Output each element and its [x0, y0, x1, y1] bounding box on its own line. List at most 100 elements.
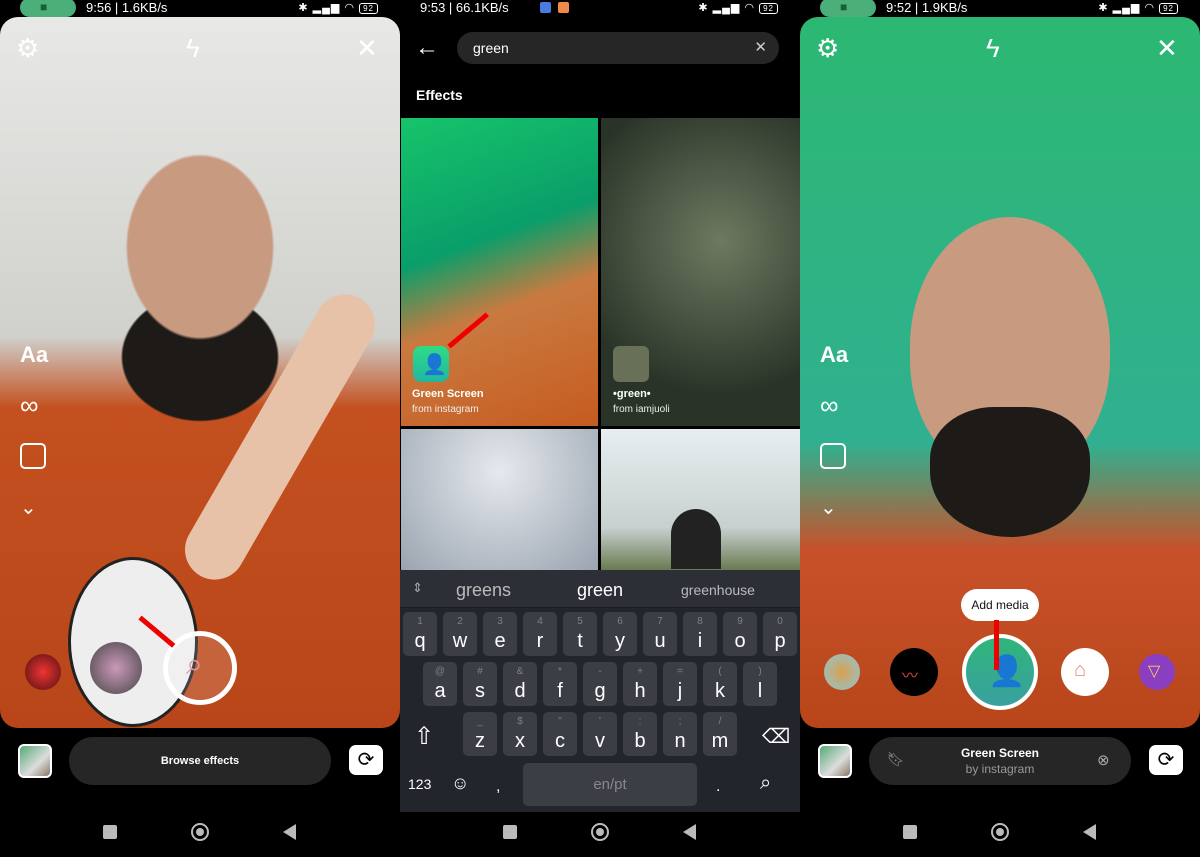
key-k[interactable]: (k [703, 662, 737, 706]
back-icon[interactable] [1083, 824, 1096, 840]
flip-camera-icon[interactable]: ⟳ [349, 745, 383, 775]
key-z[interactable]: _ z [463, 712, 497, 756]
effect-card[interactable] [601, 429, 800, 570]
infinity-icon[interactable]: ∞ [20, 390, 39, 421]
text-tool[interactable]: Aa [20, 342, 48, 368]
key-r[interactable]: 4r [523, 612, 557, 656]
clear-icon[interactable]: ✕ [754, 38, 767, 56]
suggestion[interactable]: greens [456, 580, 511, 601]
key-x[interactable]: $ x [503, 712, 537, 756]
effect-tile[interactable] [25, 654, 61, 690]
recents-icon[interactable] [503, 825, 517, 839]
effect-card[interactable]: •green• from iamjuoli [601, 118, 800, 426]
layout-icon[interactable] [20, 443, 46, 469]
effect-tile[interactable] [90, 642, 142, 694]
red-arrow-annotation [447, 312, 489, 349]
status-time: 9:56 | 1.6KB/s [86, 0, 168, 15]
home-icon[interactable] [191, 823, 209, 841]
key-s[interactable]: # s [463, 662, 497, 706]
active-effect-pill[interactable]: 🔖︎ Green Screen by instagram ⊗ [869, 737, 1131, 785]
search-input[interactable]: green ✕ [457, 32, 779, 64]
close-icon[interactable]: ✕ [1156, 35, 1178, 61]
flash-off-icon[interactable]: ϟ [186, 35, 200, 61]
back-arrow-icon[interactable]: ← [415, 34, 439, 62]
settings-icon[interactable]: ⚙ [816, 35, 839, 61]
flip-camera-icon[interactable]: ⟳ [1149, 745, 1183, 775]
status-time: 9:52 | 1.9KB/s [886, 0, 968, 15]
settings-icon[interactable]: ⚙ [16, 35, 39, 61]
key-m[interactable]: / m [703, 712, 737, 756]
key-q[interactable]: 1q [403, 612, 437, 656]
back-icon[interactable] [283, 824, 296, 840]
effect-tile[interactable] [824, 654, 860, 690]
period-key[interactable]: . [716, 778, 720, 796]
key-y[interactable]: 6y [603, 612, 637, 656]
home-icon[interactable] [591, 823, 609, 841]
key-i[interactable]: 8i [683, 612, 717, 656]
comma-key[interactable]: , [496, 778, 500, 796]
text-tool[interactable]: Aa [820, 342, 848, 368]
key-t[interactable]: 5t [563, 612, 597, 656]
status-time: 9:53 | 66.1KB/s [420, 0, 509, 15]
effect-card[interactable] [401, 429, 598, 570]
space-bar[interactable]: en/pt [523, 763, 697, 806]
back-icon[interactable] [683, 824, 696, 840]
screen-record-indicator: ■ [20, 0, 76, 17]
panel-green-screen: ■ 9:52 | 1.9KB/s ✱ ▂▄▆ ◠ 92 ⚙ ϟ ✕ Aa ∞ ⌄… [800, 0, 1200, 857]
effect-author: from instagram [412, 404, 479, 415]
key-n[interactable]: ; n [663, 712, 697, 756]
key-h[interactable]: + h [623, 662, 657, 706]
key-d[interactable]: & d [503, 662, 537, 706]
emoji-icon[interactable]: ☺ [451, 773, 469, 794]
key-a[interactable]: @ a [423, 662, 457, 706]
browse-effects-button[interactable]: Browse effects [69, 737, 331, 785]
suggestion[interactable]: greenhouse [681, 582, 755, 598]
backspace-icon[interactable]: ⌫ [762, 724, 790, 749]
effect-card[interactable]: 👤 Green Screen from instagram [401, 118, 598, 426]
key-v[interactable]: ' v [583, 712, 617, 756]
gallery-thumbnail[interactable] [18, 744, 52, 778]
close-icon[interactable]: ✕ [356, 35, 378, 61]
effect-tile[interactable]: 〰 [890, 648, 938, 696]
key-g[interactable]: -g [583, 662, 617, 706]
effect-tile[interactable]: ▽ [1139, 654, 1175, 690]
camera-viewfinder[interactable]: ⚙ ϟ ✕ Aa ∞ ⌄ Add media 〰 👤 ⌂ ▽ [800, 17, 1200, 728]
key-e[interactable]: 3e [483, 612, 517, 656]
home-icon[interactable] [991, 823, 1009, 841]
recents-icon[interactable] [903, 825, 917, 839]
add-media-capture-button[interactable]: 👤 [962, 634, 1038, 710]
shift-icon[interactable]: ⇧ [414, 722, 434, 751]
finger [174, 283, 386, 591]
bottom-bar: 🔖︎ Green Screen by instagram ⊗ ⟳ [800, 735, 1200, 787]
suggestion-bar: ⇕ greens green greenhouse [400, 570, 800, 608]
expand-icon[interactable]: ⇕ [412, 580, 423, 596]
key-u[interactable]: 7u [643, 612, 677, 656]
key-b[interactable]: :b [623, 712, 657, 756]
layout-icon[interactable] [820, 443, 846, 469]
key-f[interactable]: * f [543, 662, 577, 706]
key-l[interactable]: ) l [743, 662, 777, 706]
chevron-down-icon[interactable]: ⌄ [820, 495, 837, 520]
key-j[interactable]: = j [663, 662, 697, 706]
camera-viewfinder[interactable]: ⚙ ϟ ✕ Aa ∞ ⌄ ⌕ [0, 17, 400, 728]
infinity-icon[interactable]: ∞ [820, 390, 839, 421]
screen-record-indicator: ■ [820, 0, 876, 17]
chevron-down-icon[interactable]: ⌄ [20, 495, 37, 520]
key-o[interactable]: 9o [723, 612, 757, 656]
key-w[interactable]: 2w [443, 612, 477, 656]
remove-effect-icon[interactable]: ⊗ [1097, 751, 1110, 769]
key-c[interactable]: " c [543, 712, 577, 756]
gallery-thumbnail[interactable] [818, 744, 852, 778]
beard [930, 407, 1090, 537]
numbers-key[interactable]: 123 [408, 776, 431, 792]
flash-off-icon[interactable]: ϟ [986, 35, 1000, 61]
key-p[interactable]: 0p [763, 612, 797, 656]
status-icons: ✱ ▂▄▆ ◠ 92 [698, 0, 778, 16]
recents-icon[interactable] [103, 825, 117, 839]
effect-tile[interactable]: ⌂ [1061, 648, 1109, 696]
keyboard: ⇕ greens green greenhouse 1q2w3e4r5t6y7u… [400, 570, 800, 812]
status-icons: ✱ ▂▄▆ ◠ 92 [298, 0, 378, 16]
search-icon[interactable]: ⌕ [760, 772, 771, 795]
suggestion[interactable]: green [577, 580, 623, 601]
status-bar: ■ 9:56 | 1.6KB/s ✱ ▂▄▆ ◠ 92 [0, 0, 400, 17]
